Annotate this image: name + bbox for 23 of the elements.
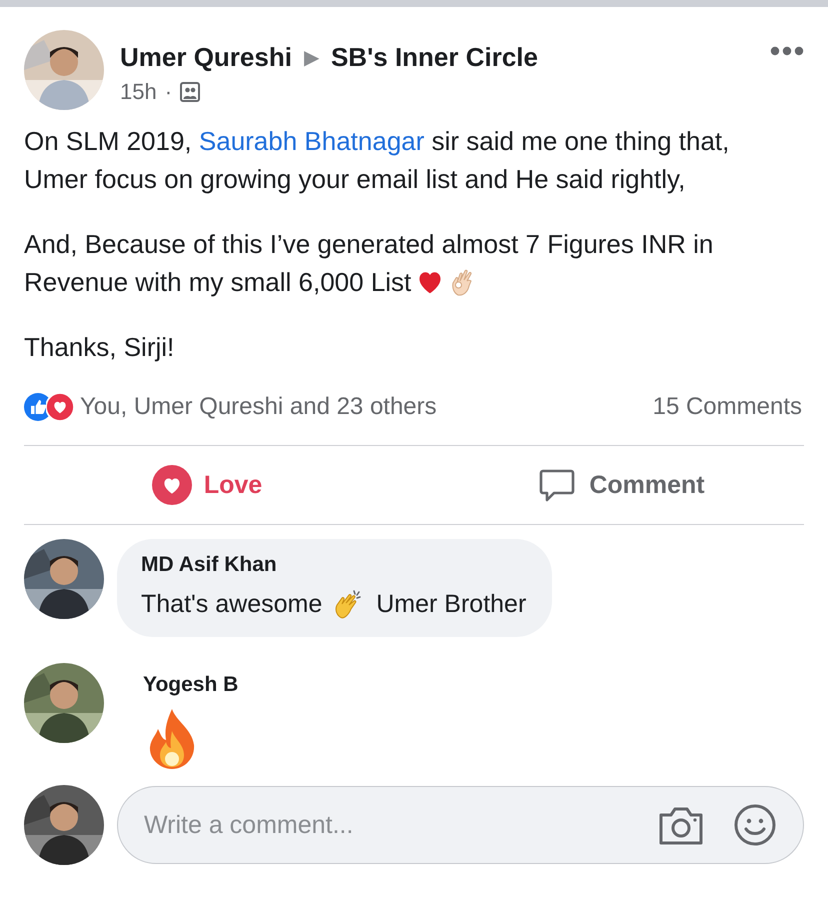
comment-text: That's awesome <box>141 590 322 618</box>
profile-link[interactable]: Saurabh Bhatnagar <box>198 126 424 156</box>
commenter-name[interactable]: Yogesh B <box>143 673 238 697</box>
commenter-name[interactable]: MD Asif Khan <box>141 553 277 577</box>
author-name[interactable]: Umer Qureshi <box>120 42 292 73</box>
post-text: And, Because of this I’ve generated almost 7 Figures INR in <box>24 229 714 259</box>
more-options-icon[interactable] <box>770 46 804 56</box>
reactions-summary[interactable]: You, Umer Qureshi and 23 others <box>80 393 653 421</box>
arrow-separator: ▶ <box>304 46 319 70</box>
comments-count[interactable]: 15 Comments <box>652 393 802 421</box>
comment-input[interactable]: Write a comment... <box>142 810 631 840</box>
post-time[interactable]: 15h <box>120 79 157 105</box>
post-text: Thanks, Sirji! <box>24 332 174 362</box>
post-text: Revenue with my small 6,000 List <box>24 267 412 297</box>
group-icon <box>180 82 200 102</box>
comment-field[interactable]: Write a comment... <box>117 786 804 864</box>
post-text: On SLM 2019, Saurabh Bhatnagar sir said me one thing that, Umer focus on growing your email list and He said rightly, <box>24 126 730 194</box>
group-name[interactable]: SB's Inner Circle <box>330 42 538 73</box>
dot-separator: · <box>164 79 172 105</box>
love-button[interactable]: Love <box>0 446 414 524</box>
comment-text: Umer Brother <box>376 590 526 618</box>
comment-button[interactable]: Comment <box>414 446 828 524</box>
love-reaction-icon <box>46 393 74 421</box>
